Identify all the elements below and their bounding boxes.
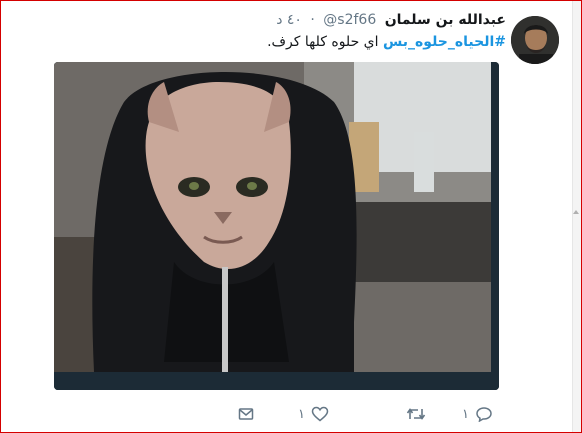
hashtag-link[interactable]: #الحياه_حلوه_بس: [383, 34, 506, 50]
tweet-text: #الحياه_حلوه_بس اي حلوه كلها كرف.: [267, 32, 506, 52]
tweet-header: عبدالله بن سلمان @s2f66 · ٤٠ د: [276, 10, 506, 30]
like-count: ١: [298, 406, 305, 422]
tweet-body: اي حلوه كلها كرف.: [267, 34, 379, 50]
heart-icon: [311, 406, 329, 422]
retweet-button[interactable]: [400, 402, 426, 426]
tweet-time[interactable]: ٤٠ د: [276, 12, 302, 28]
like-button[interactable]: ١: [298, 402, 329, 426]
vertical-scrollbar[interactable]: [572, 0, 581, 433]
user-handle[interactable]: @s2f66: [323, 12, 376, 28]
display-name[interactable]: عبدالله بن سلمان: [385, 12, 506, 28]
tweet-actions: ١ ١: [238, 402, 502, 426]
avatar-image: [511, 16, 559, 64]
avatar[interactable]: [511, 16, 559, 64]
reply-icon: [476, 407, 492, 422]
tweet[interactable]: عبدالله بن سلمان @s2f66 · ٤٠ د #الحياه_ح…: [0, 0, 572, 433]
tweet-media[interactable]: [54, 62, 499, 390]
message-icon: [238, 408, 254, 420]
separator-dot: ·: [310, 12, 315, 28]
media-image: [54, 62, 499, 390]
scroll-up-arrow-icon[interactable]: [573, 210, 579, 214]
reply-count: ١: [462, 406, 469, 422]
message-button[interactable]: [238, 402, 254, 426]
retweet-icon: [406, 408, 426, 420]
reply-button[interactable]: ١: [462, 402, 493, 426]
